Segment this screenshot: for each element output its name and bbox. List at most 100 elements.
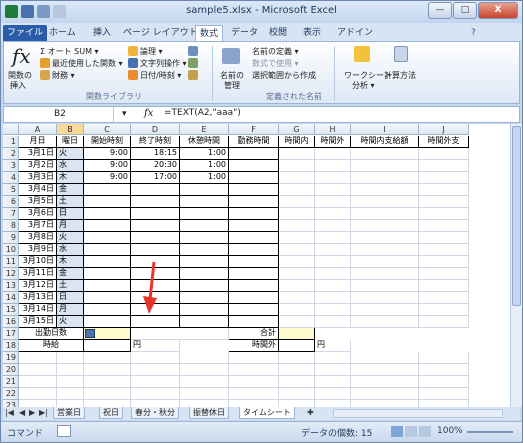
empty-cell[interactable]	[19, 388, 57, 400]
table-cell[interactable]: 土	[57, 196, 84, 208]
table-cell[interactable]: 3月5日	[19, 196, 57, 208]
sheet-tab-equinox[interactable]: 春分・秋分	[131, 407, 179, 419]
table-cell[interactable]	[84, 208, 131, 220]
table-cell[interactable]	[131, 244, 180, 256]
text-button[interactable]: 文字列操作 ▾	[140, 58, 187, 69]
table-cell[interactable]	[419, 196, 469, 208]
table-cell[interactable]	[229, 208, 279, 220]
table-cell[interactable]	[229, 220, 279, 232]
table-cell[interactable]: 17:00	[131, 172, 180, 184]
insert-function-icon[interactable]: fx	[12, 44, 31, 68]
tab-home[interactable]: ホーム	[45, 25, 80, 41]
row-header[interactable]: 1	[3, 136, 19, 148]
name-manager-icon[interactable]	[222, 48, 240, 64]
table-cell[interactable]	[180, 292, 229, 304]
table-cell[interactable]: 3月15日	[19, 316, 57, 328]
table-cell[interactable]	[279, 292, 315, 304]
table-cell[interactable]	[419, 208, 469, 220]
row-header[interactable]: 8	[3, 220, 19, 232]
header-cell[interactable]: 開始時刻	[84, 136, 131, 148]
row-header[interactable]: 22	[3, 388, 19, 400]
name-box[interactable]: B2	[4, 107, 114, 122]
table-cell[interactable]	[229, 160, 279, 172]
table-cell[interactable]	[351, 160, 419, 172]
table-cell[interactable]	[279, 316, 315, 328]
first-sheet-icon[interactable]: |◀	[5, 408, 14, 417]
dropdown-icon[interactable]: ▾	[122, 109, 127, 119]
table-cell[interactable]	[351, 304, 419, 316]
row-header[interactable]: 20	[3, 364, 19, 376]
table-cell[interactable]: 3月13日	[19, 292, 57, 304]
table-cell[interactable]	[279, 148, 315, 160]
calculation-options-button[interactable]: 計算方法	[384, 70, 416, 81]
table-cell[interactable]: 月	[57, 304, 84, 316]
lookup-icon[interactable]	[188, 46, 198, 56]
table-cell[interactable]	[315, 208, 351, 220]
table-cell[interactable]: 3月12日	[19, 280, 57, 292]
table-cell[interactable]	[84, 268, 131, 280]
select-all-corner[interactable]	[3, 124, 19, 135]
table-cell[interactable]	[279, 172, 315, 184]
financial-button[interactable]: 財務 ▾	[52, 70, 75, 81]
table-cell[interactable]	[84, 280, 131, 292]
scroll-thumb[interactable]	[512, 126, 521, 306]
table-cell[interactable]: 木	[57, 256, 84, 268]
table-cell[interactable]	[180, 316, 229, 328]
empty-cell[interactable]	[229, 400, 279, 407]
empty-cell[interactable]	[229, 388, 279, 400]
insert-function-label-2[interactable]: 挿入	[10, 80, 26, 91]
table-cell[interactable]: 土	[57, 280, 84, 292]
table-cell[interactable]	[279, 160, 315, 172]
table-cell[interactable]	[84, 304, 131, 316]
table-cell[interactable]	[180, 232, 229, 244]
table-cell[interactable]	[279, 208, 315, 220]
table-cell[interactable]	[279, 256, 315, 268]
table-cell[interactable]	[351, 220, 419, 232]
column-header-C[interactable]: C	[84, 124, 131, 135]
row-header[interactable]: 23	[3, 400, 19, 407]
table-cell[interactable]: 水	[57, 160, 84, 172]
row-header[interactable]: 5	[3, 184, 19, 196]
total-value[interactable]	[279, 328, 315, 340]
datetime-button[interactable]: 日付/時刻 ▾	[140, 70, 181, 81]
table-cell[interactable]	[419, 304, 469, 316]
tab-formulas[interactable]: 数式	[195, 25, 224, 41]
row-header[interactable]: 7	[3, 208, 19, 220]
empty-cell[interactable]	[180, 400, 229, 407]
zoom-level[interactable]: 100%	[437, 426, 463, 436]
table-cell[interactable]	[229, 316, 279, 328]
table-cell[interactable]	[180, 196, 229, 208]
table-cell[interactable]: 3月4日	[19, 184, 57, 196]
empty-cell[interactable]	[57, 388, 84, 400]
empty-cell[interactable]	[229, 364, 279, 376]
table-cell[interactable]	[351, 316, 419, 328]
row-header[interactable]: 16	[3, 316, 19, 328]
empty-cell[interactable]	[351, 400, 419, 407]
row-header[interactable]: 14	[3, 292, 19, 304]
table-cell[interactable]: 金	[57, 268, 84, 280]
header-cell[interactable]: 時間内	[279, 136, 315, 148]
table-cell[interactable]	[229, 184, 279, 196]
empty-cell[interactable]	[351, 364, 419, 376]
table-cell[interactable]: 1:00	[180, 172, 229, 184]
table-cell[interactable]	[351, 148, 419, 160]
table-cell[interactable]	[419, 160, 469, 172]
empty-cell[interactable]	[180, 388, 229, 400]
math-icon[interactable]	[188, 58, 198, 68]
column-header-F[interactable]: F	[229, 124, 279, 135]
table-cell[interactable]	[84, 184, 131, 196]
row-header[interactable]: 12	[3, 268, 19, 280]
table-cell[interactable]	[84, 220, 131, 232]
table-cell[interactable]	[180, 268, 229, 280]
formula-auditing-icon[interactable]	[354, 46, 370, 62]
use-in-formula-button[interactable]: 数式で使用 ▾	[252, 58, 299, 69]
tab-addins[interactable]: アドイン	[333, 25, 377, 41]
empty-cell[interactable]	[351, 352, 419, 364]
column-header-J[interactable]: J	[419, 124, 469, 135]
page-break-view-icon[interactable]	[419, 426, 431, 437]
table-cell[interactable]	[315, 172, 351, 184]
table-cell[interactable]	[351, 256, 419, 268]
header-cell[interactable]: 月日	[19, 136, 57, 148]
table-cell[interactable]	[315, 268, 351, 280]
table-cell[interactable]: 日	[57, 292, 84, 304]
